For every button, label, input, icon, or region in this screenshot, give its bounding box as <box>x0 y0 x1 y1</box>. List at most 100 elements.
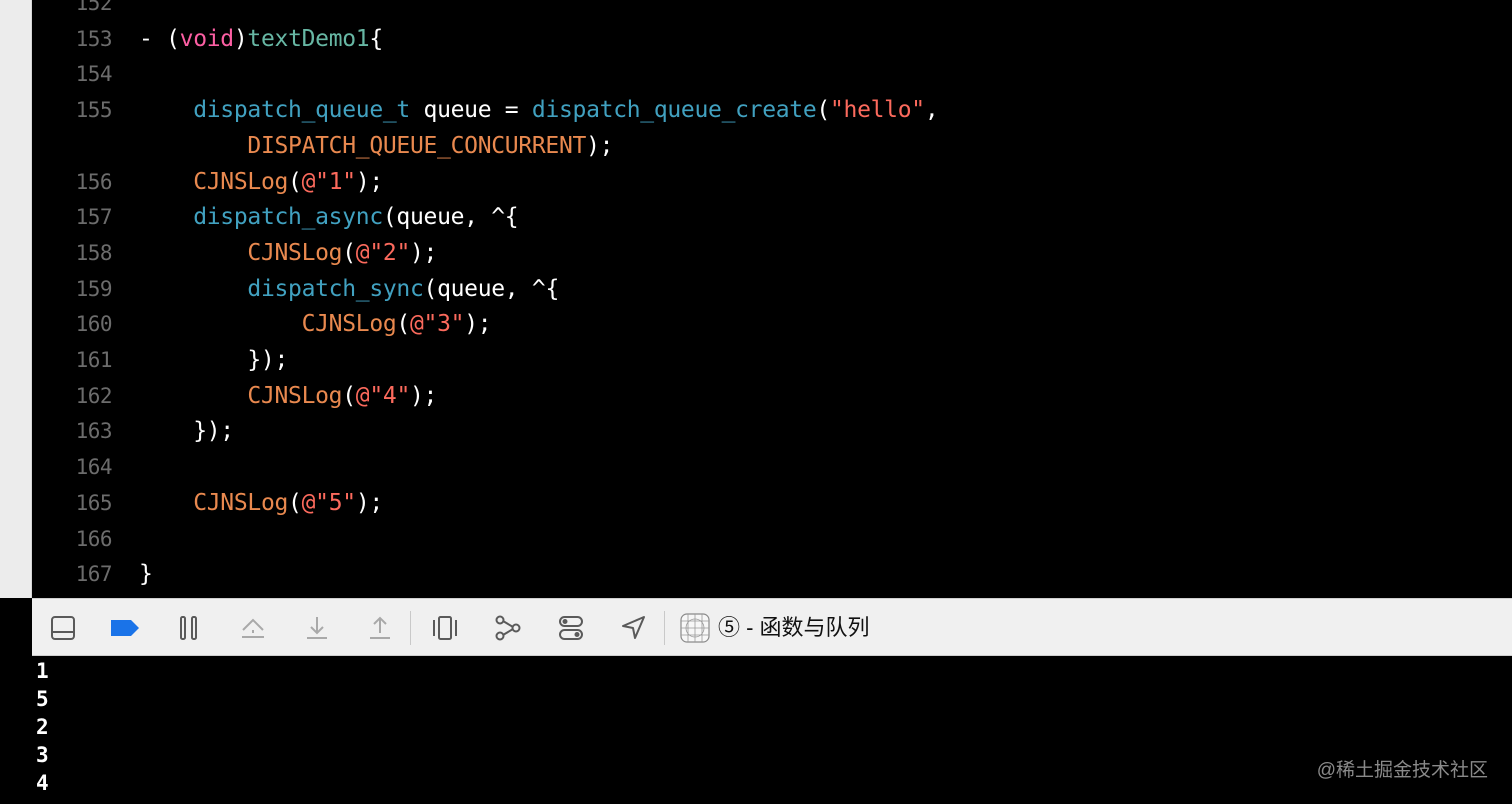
line-number: 159 <box>75 276 113 301</box>
code-line[interactable]: DISPATCH_QUEUE_CONCURRENT); <box>32 128 1512 164</box>
code-line[interactable]: 159 dispatch_sync(queue, ^{ <box>32 271 1512 307</box>
code-token: dispatch_queue_create <box>531 97 817 124</box>
code-token: CJNSLog <box>301 311 397 338</box>
code-line[interactable]: 153 - (void)textDemo1{ <box>32 21 1512 57</box>
code-line[interactable]: 164 <box>32 449 1512 485</box>
line-number: 167 <box>75 562 113 587</box>
line-number: 163 <box>75 419 113 444</box>
code-token: ( <box>288 168 302 195</box>
breakpoint-icon <box>111 620 139 636</box>
code-token: CJNSLog <box>193 168 289 195</box>
code-token: @"3" <box>409 311 465 338</box>
code-text: }); <box>139 413 234 449</box>
code-token: }); <box>139 347 289 373</box>
breakpoints-toggle-button[interactable] <box>108 611 142 645</box>
code-token: ); <box>464 311 492 338</box>
code-line[interactable]: 160 CJNSLog(@"3"); <box>32 306 1512 342</box>
code-text: dispatch_sync(queue, ^{ <box>139 271 559 307</box>
simulate-location-button[interactable] <box>617 611 651 645</box>
code-token: CJNSLog <box>193 489 289 516</box>
step-over-button[interactable] <box>236 611 270 645</box>
hide-debug-area-button[interactable] <box>46 611 80 645</box>
watermark-text: @稀土掘金技术社区 <box>1316 760 1488 781</box>
code-text: CJNSLog(@"1"); <box>139 164 383 200</box>
code-token: ); <box>586 132 614 159</box>
code-token: ( <box>396 311 410 338</box>
code-token: }); <box>139 418 234 445</box>
line-number: 155 <box>75 98 113 123</box>
code-token: @"2" <box>355 239 411 266</box>
code-text: dispatch_queue_t queue = dispatch_queue_… <box>139 92 938 128</box>
code-token: ); <box>410 239 438 266</box>
console-line: 5 <box>36 687 49 711</box>
environment-overrides-button[interactable] <box>554 611 588 645</box>
code-text: - (void)textDemo1{ <box>139 21 383 57</box>
line-number: 154 <box>75 62 113 87</box>
code-text: CJNSLog(@"3"); <box>139 306 492 342</box>
code-line[interactable]: 162 CJNSLog(@"4"); <box>32 378 1512 414</box>
target-scheme-label[interactable]: ⑤ - 函数与队列 <box>718 599 870 657</box>
location-arrow-icon <box>622 616 645 639</box>
toggles-icon <box>559 616 583 640</box>
code-token: ); <box>410 382 438 409</box>
step-out-button[interactable] <box>363 611 397 645</box>
code-token: textDemo1 <box>247 25 370 52</box>
code-text: }); <box>139 342 288 378</box>
pause-button[interactable] <box>172 611 206 645</box>
code-token: dispatch_sync <box>247 275 424 302</box>
code-editor[interactable]: 152 153 - (void)textDemo1{ 154 155 dispatch_… <box>32 0 1512 598</box>
code-line[interactable]: 161 }); <box>32 342 1512 378</box>
line-number: 160 <box>75 312 113 337</box>
pause-icon <box>180 616 197 640</box>
line-number: 162 <box>75 383 113 408</box>
step-into-button[interactable] <box>300 611 334 645</box>
code-line[interactable]: 166 <box>32 521 1512 557</box>
code-token: ( <box>816 97 830 124</box>
code-line[interactable]: 158 CJNSLog(@"2"); <box>32 235 1512 271</box>
code-line[interactable]: 154 <box>32 56 1512 92</box>
code-token: ( <box>288 489 302 516</box>
line-number: 156 <box>75 169 113 194</box>
code-line[interactable]: 155 dispatch_queue_t queue = dispatch_qu… <box>32 92 1512 128</box>
code-token: ); <box>355 489 383 516</box>
step-over-icon <box>242 618 264 638</box>
code-token: void <box>179 25 235 52</box>
line-number: 152 <box>75 0 113 15</box>
line-number: 153 <box>75 26 113 51</box>
code-line[interactable]: 163 }); <box>32 413 1512 449</box>
step-into-icon <box>307 617 327 639</box>
code-line[interactable]: 167} <box>32 556 1512 592</box>
code-line[interactable]: 156 CJNSLog(@"1"); <box>32 164 1512 200</box>
line-number: 166 <box>75 526 113 551</box>
code-token: CJNSLog <box>247 239 343 266</box>
target-app-icon[interactable] <box>678 611 712 645</box>
console-line: 3 <box>36 743 49 767</box>
console-line: 2 <box>36 715 49 739</box>
code-token: ) <box>233 25 248 52</box>
code-line[interactable]: 157 dispatch_async(queue, ^{ <box>32 199 1512 235</box>
code-token: CJNSLog <box>247 382 343 409</box>
console-output[interactable]: 1 5 2 3 4 <box>32 656 1512 804</box>
debug-memory-graph-button[interactable] <box>491 611 525 645</box>
code-text: CJNSLog(@"4"); <box>139 378 437 414</box>
step-out-icon <box>370 616 390 639</box>
code-token: queue = <box>409 97 532 124</box>
debug-view-hierarchy-button[interactable] <box>428 611 462 645</box>
code-token: @"4" <box>355 382 411 409</box>
toolbar-divider <box>664 611 665 645</box>
code-token: "hello" <box>829 97 925 124</box>
code-token: ( <box>342 382 356 409</box>
code-line[interactable]: 165 CJNSLog(@"5"); <box>32 485 1512 521</box>
toolbar-divider <box>410 611 411 645</box>
code-text: CJNSLog(@"2"); <box>139 235 437 271</box>
code-line[interactable]: 152 <box>32 0 1512 21</box>
code-text: dispatch_async(queue, ^{ <box>139 199 518 235</box>
app-grid-icon <box>680 613 710 643</box>
